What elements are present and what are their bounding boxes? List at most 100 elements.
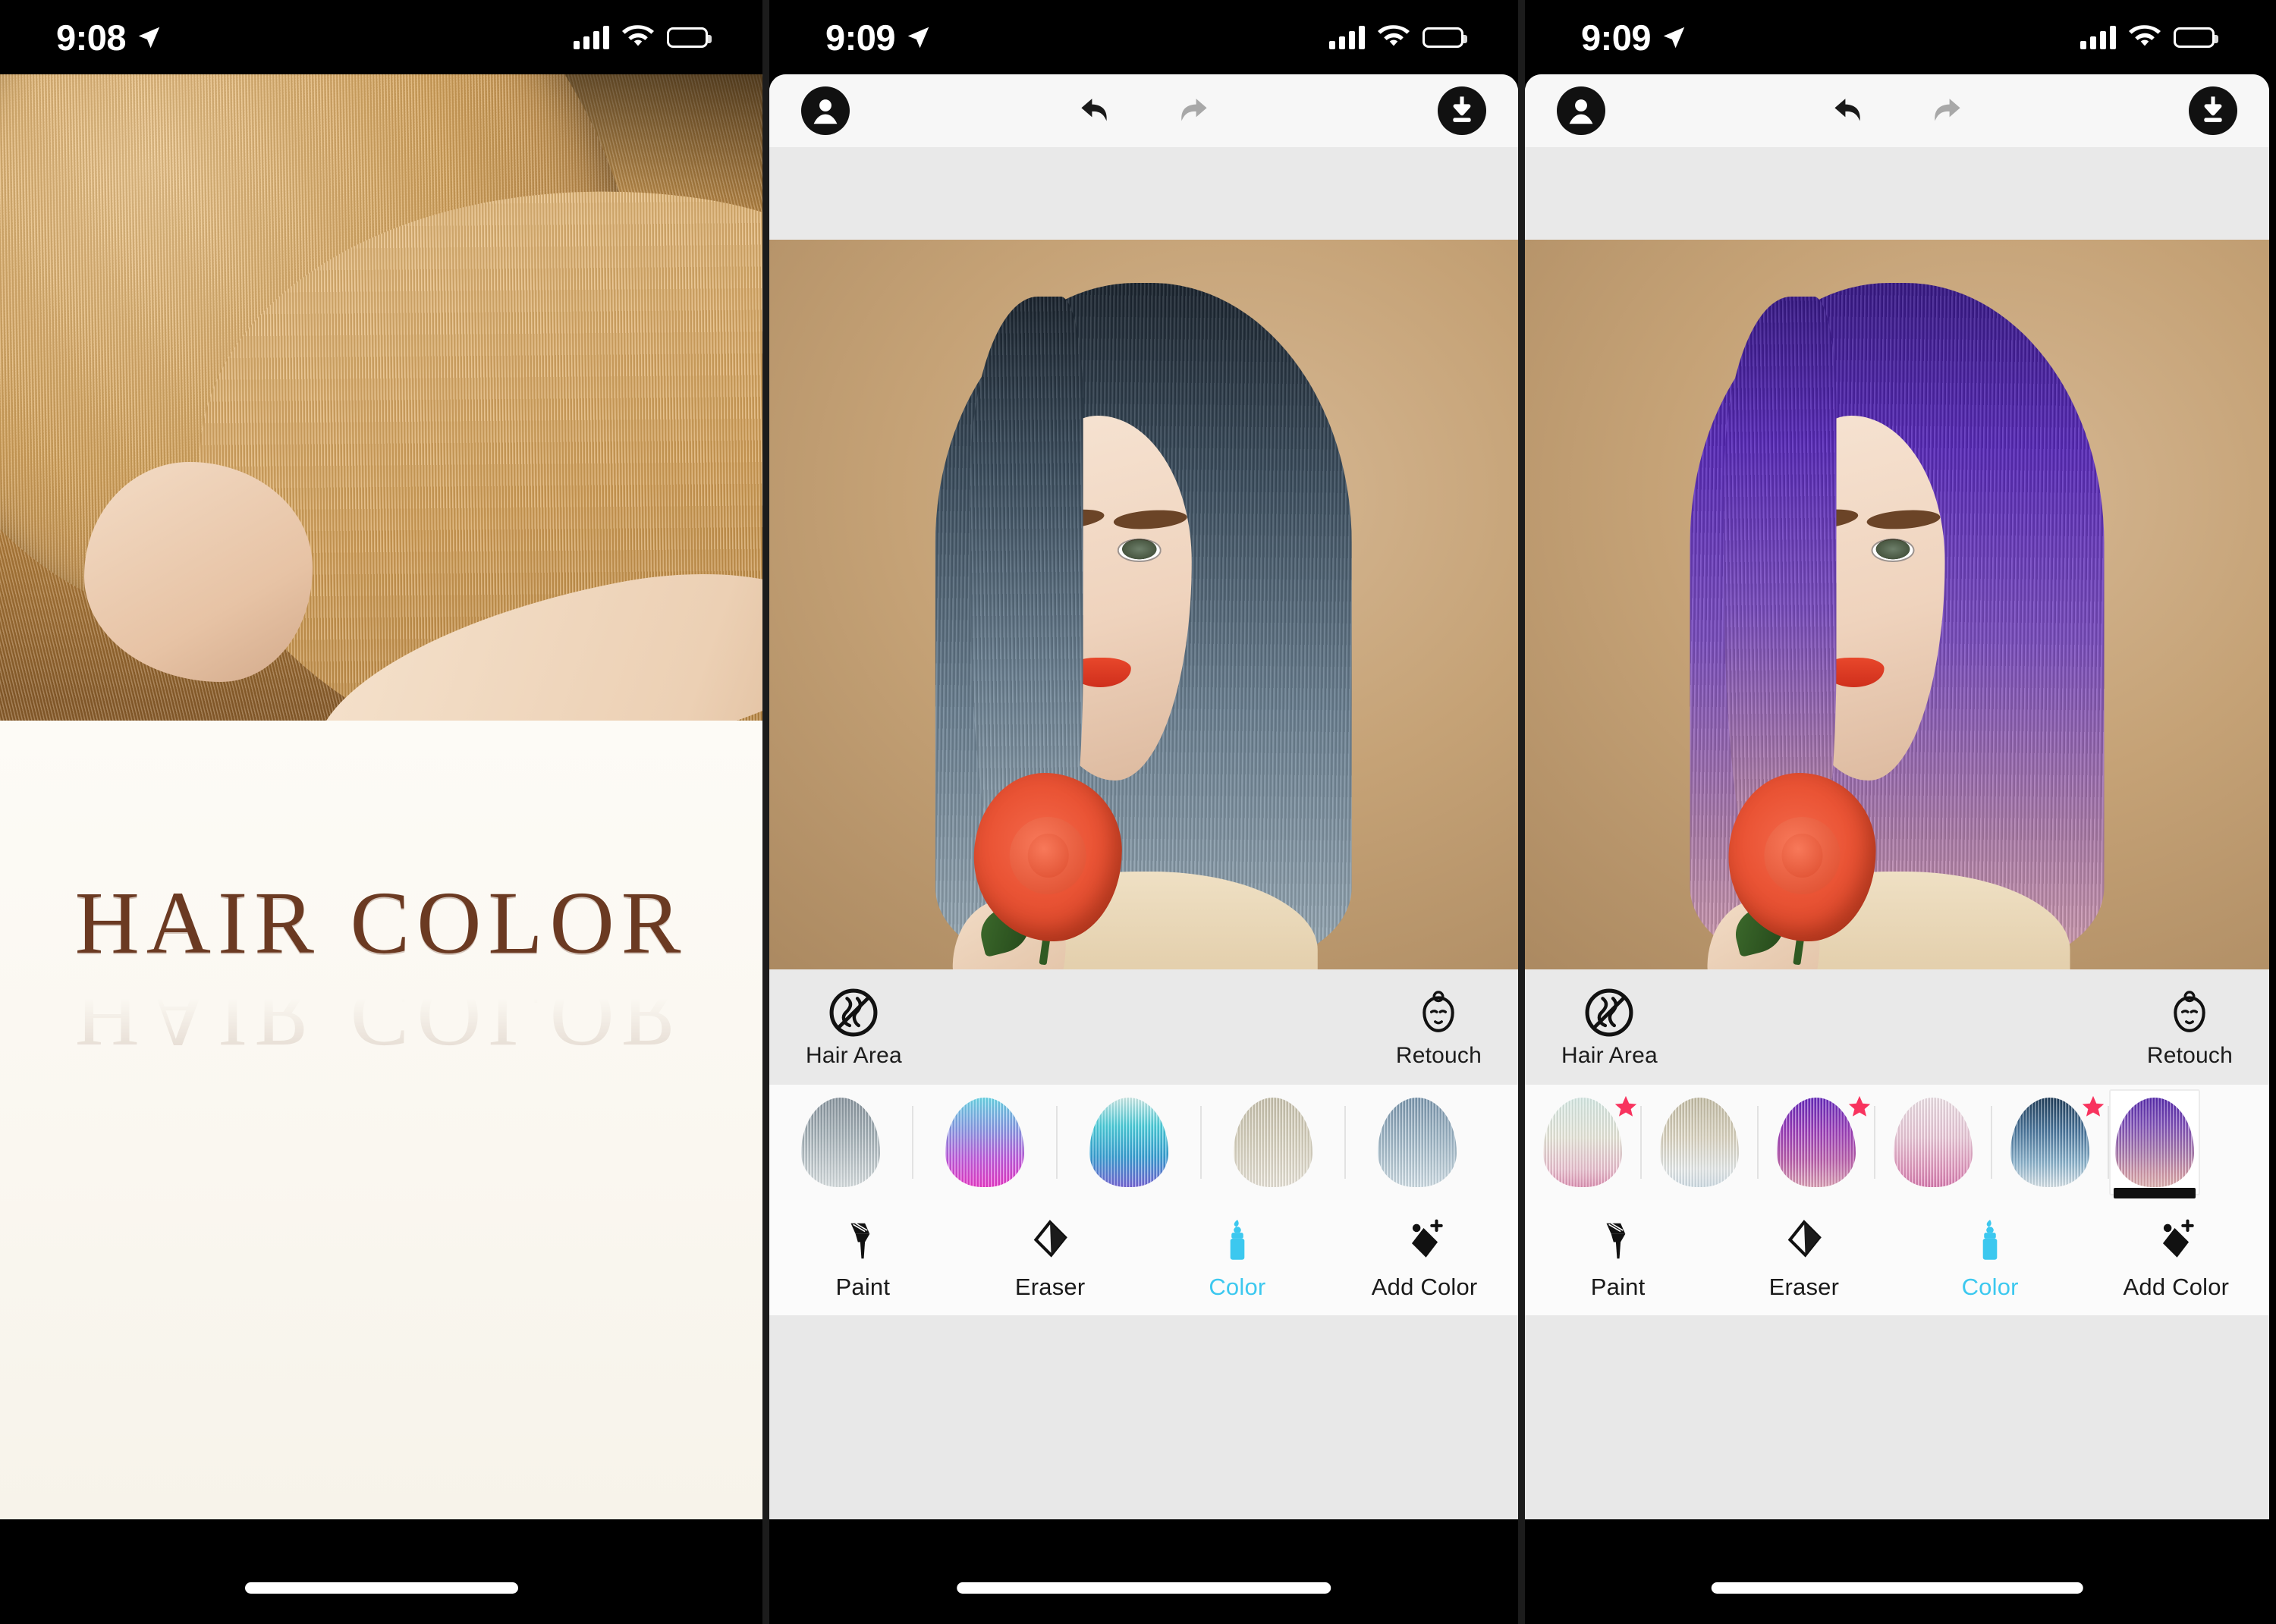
- status-left: 9:09: [1581, 20, 1687, 55]
- wifi-icon: [622, 25, 654, 46]
- wifi-icon: [2129, 25, 2161, 46]
- tab-eraser[interactable]: Eraser: [1711, 1217, 1897, 1299]
- status-left: 9:08: [56, 20, 162, 55]
- paint-brush-icon: [850, 1222, 870, 1258]
- hair-area-label: Hair Area: [806, 1043, 902, 1068]
- color-swatch[interactable]: [1642, 1089, 1757, 1195]
- tab-color[interactable]: Color: [1897, 1217, 2083, 1299]
- undo-arrow-icon[interactable]: [1075, 90, 1118, 132]
- redo-arrow-icon[interactable]: [1171, 90, 1213, 132]
- tab-paint[interactable]: Paint: [769, 1217, 957, 1299]
- color-swatch[interactable]: [1759, 1089, 1874, 1195]
- swatch-hair-shape: [1777, 1098, 1856, 1187]
- phone-screen-splash: 9:08 HAIR COLOR HAIR COLOR: [0, 0, 762, 1624]
- status-bar: 9:09: [1525, 0, 2269, 74]
- location-arrow-icon: [1663, 27, 1685, 48]
- home-indicator[interactable]: [1711, 1582, 2083, 1594]
- screenshot-triptych: 9:08 HAIR COLOR HAIR COLOR 9:09 Hair Are…: [0, 0, 2276, 1624]
- canvas-top-spacer: [769, 147, 1518, 240]
- page-title: HAIR COLOR: [74, 873, 688, 972]
- premium-star-badge: [1848, 1095, 1871, 1117]
- splash-background: [0, 721, 762, 1519]
- premium-star-badge: [1614, 1095, 1637, 1117]
- color-swatch-list[interactable]: [769, 1085, 1518, 1200]
- color-swatch[interactable]: [1525, 1089, 1640, 1195]
- color-swatch[interactable]: [1992, 1089, 2108, 1195]
- tab-add-color-label: Add Color: [1371, 1273, 1478, 1300]
- color-tube-icon: [1230, 1219, 1245, 1260]
- tab-add-color[interactable]: Add Color: [2083, 1217, 2269, 1299]
- color-swatch-list[interactable]: [1525, 1085, 2269, 1200]
- tab-paint[interactable]: Paint: [1525, 1217, 1711, 1299]
- tab-paint-label: Paint: [835, 1273, 891, 1300]
- bottom-tab-bar: Paint Eraser Color Add Color: [1525, 1200, 2269, 1315]
- home-indicator[interactable]: [956, 1582, 1331, 1594]
- color-tube-icon: [1982, 1219, 1998, 1260]
- app-title-block: HAIR COLOR HAIR COLOR: [0, 873, 762, 1066]
- status-right: [1329, 25, 1467, 49]
- retouch-button[interactable]: Retouch: [1396, 987, 1482, 1067]
- battery-full-icon: [1422, 27, 1467, 48]
- profile-button[interactable]: [1557, 86, 1605, 135]
- tab-eraser[interactable]: Eraser: [957, 1217, 1144, 1299]
- swatch-hair-shape: [1378, 1098, 1457, 1187]
- add-color-icon: [1411, 1219, 1443, 1258]
- swatch-hair-shape: [1660, 1098, 1739, 1187]
- color-swatch-selected[interactable]: [2109, 1089, 2200, 1198]
- eraser-icon: [1033, 1219, 1067, 1258]
- tab-color-label: Color: [1961, 1273, 2019, 1300]
- swatch-hair-shape: [801, 1098, 880, 1187]
- status-left: 9:09: [825, 20, 931, 55]
- area-tool-row: Hair Area Retouch: [1525, 969, 2269, 1085]
- profile-button[interactable]: [801, 86, 850, 135]
- swatch-hair-shape: [1894, 1098, 1973, 1187]
- status-clock: 9:09: [825, 17, 896, 58]
- canvas-top-spacer: [1525, 147, 2269, 240]
- color-swatch[interactable]: [1202, 1089, 1344, 1195]
- undo-arrow-icon[interactable]: [1828, 90, 1871, 132]
- download-save-icon: [1453, 96, 1471, 122]
- rose-prop: [1728, 773, 1876, 966]
- retouch-label: Retouch: [1395, 1043, 1482, 1068]
- swatch-hair-shape: [2115, 1098, 2194, 1187]
- hair-area-button[interactable]: Hair Area: [806, 987, 902, 1067]
- tab-add-color[interactable]: Add Color: [1331, 1217, 1518, 1299]
- face-retouch-icon: [2174, 991, 2206, 1032]
- splash-screen: HAIR COLOR HAIR COLOR: [0, 74, 762, 1519]
- top-toolbar: [769, 74, 1518, 147]
- status-bar: 9:08: [0, 0, 762, 74]
- photo-canvas[interactable]: [1525, 240, 2269, 969]
- eraser-icon: [1787, 1219, 1822, 1258]
- hair-area-button[interactable]: Hair Area: [1561, 987, 1658, 1067]
- redo-arrow-icon[interactable]: [1924, 90, 1966, 132]
- home-indicator[interactable]: [244, 1582, 518, 1594]
- save-button[interactable]: [2189, 86, 2237, 135]
- premium-star-badge: [2082, 1095, 2105, 1117]
- retouch-button[interactable]: Retouch: [2147, 987, 2233, 1067]
- location-arrow-icon: [138, 27, 160, 48]
- swatch-hair-shape: [2010, 1098, 2089, 1187]
- photo-canvas[interactable]: [769, 240, 1518, 969]
- tab-eraser-label: Eraser: [1014, 1273, 1086, 1300]
- tab-color[interactable]: Color: [1144, 1217, 1331, 1299]
- cellular-signal-icon: [1329, 25, 1365, 49]
- color-swatch[interactable]: [1058, 1089, 1200, 1195]
- add-color-icon: [2163, 1219, 2195, 1258]
- download-save-icon: [2204, 96, 2222, 122]
- phone-screen-editor-purple: 9:09 Hair Area Retouch Paint Eraser Colo…: [1525, 0, 2269, 1624]
- hero-hair-photo: [0, 74, 762, 721]
- save-button[interactable]: [1438, 86, 1486, 135]
- cellular-signal-icon: [574, 25, 609, 49]
- color-swatch[interactable]: [913, 1089, 1056, 1195]
- phone-screen-editor-blue: 9:09 Hair Area Retouch Paint Eraser Colo…: [762, 0, 1525, 1624]
- battery-full-icon: [667, 27, 712, 48]
- swatch-hair-shape: [1234, 1098, 1312, 1187]
- color-swatch[interactable]: [769, 1089, 912, 1195]
- battery-full-icon: [2174, 27, 2218, 48]
- editor-screen: Hair Area Retouch Paint Eraser Color Add…: [1525, 74, 2269, 1519]
- color-swatch[interactable]: [1346, 1089, 1489, 1195]
- area-tool-row: Hair Area Retouch: [769, 969, 1518, 1085]
- swatch-hair-shape: [1543, 1098, 1622, 1187]
- color-swatch[interactable]: [1875, 1089, 1991, 1195]
- retouch-label: Retouch: [2146, 1043, 2233, 1068]
